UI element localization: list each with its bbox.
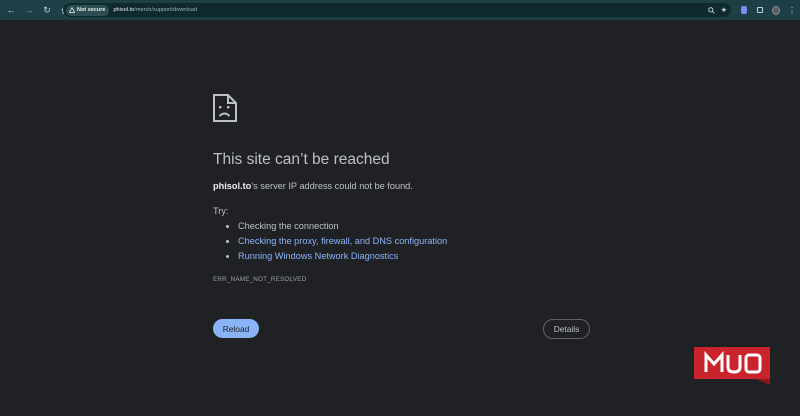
profile-avatar	[772, 5, 780, 15]
url-text[interactable]: phisol.to/merch/support/download	[113, 7, 197, 13]
security-chip-label: Not secure	[77, 7, 106, 13]
extension-button[interactable]	[736, 6, 752, 14]
error-description-text: ’s server IP address could not be found.	[251, 181, 413, 191]
suggestion-diagnostics-link[interactable]: Running Windows Network Diagnostics	[238, 249, 398, 264]
reload-page-button[interactable]: ↻	[39, 2, 55, 18]
more-icon: ⋮	[788, 5, 796, 15]
forward-icon: →	[24, 4, 34, 15]
error-host: phisol.to	[213, 181, 252, 191]
reload-icon: ↻	[43, 4, 51, 15]
muo-logo	[694, 347, 770, 385]
suggestion-proxy-link[interactable]: Checking the proxy, firewall, and DNS co…	[238, 234, 447, 249]
error-description: phisol.to’s server IP address could not …	[213, 181, 413, 191]
zoom-icon[interactable]	[707, 6, 715, 14]
browser-toolbar: ← → ↻ Not secure phisol.to/merch/support…	[0, 0, 800, 20]
back-icon: ←	[6, 4, 16, 15]
bullet-icon	[226, 225, 229, 228]
suggestion-check-connection: Checking the connection	[238, 221, 339, 231]
menu-button[interactable]: ⋮	[784, 6, 800, 15]
sad-page-icon	[213, 94, 237, 122]
bullet-icon	[226, 240, 229, 243]
address-bar[interactable]: Not secure phisol.to/merch/support/downl…	[63, 3, 731, 17]
back-button[interactable]: ←	[3, 2, 19, 18]
forward-button[interactable]: →	[21, 2, 37, 18]
extensions-menu-button[interactable]	[752, 7, 768, 13]
reload-button[interactable]: Reload	[213, 319, 259, 338]
bullet-icon	[226, 255, 229, 258]
puzzle-icon	[757, 7, 763, 13]
warning-icon	[69, 7, 75, 13]
suggestion-item: Checking the proxy, firewall, and DNS co…	[226, 234, 447, 249]
star-icon[interactable]: ★	[721, 6, 727, 14]
suggestion-item: Checking the connection	[226, 219, 447, 234]
url-path: /merch/support/download	[134, 7, 198, 13]
profile-button[interactable]	[768, 5, 784, 15]
error-code: ERR_NAME_NOT_RESOLVED	[213, 276, 307, 283]
try-label: Try:	[213, 206, 229, 216]
details-button[interactable]: Details	[543, 319, 590, 339]
suggestion-item: Running Windows Network Diagnostics	[226, 249, 447, 264]
error-title: This site can’t be reached	[213, 151, 390, 168]
security-chip[interactable]: Not secure	[66, 4, 110, 16]
extension-icon	[741, 6, 747, 14]
url-host: phisol.to	[113, 7, 135, 13]
suggestion-list: Checking the connection Checking the pro…	[226, 219, 447, 264]
